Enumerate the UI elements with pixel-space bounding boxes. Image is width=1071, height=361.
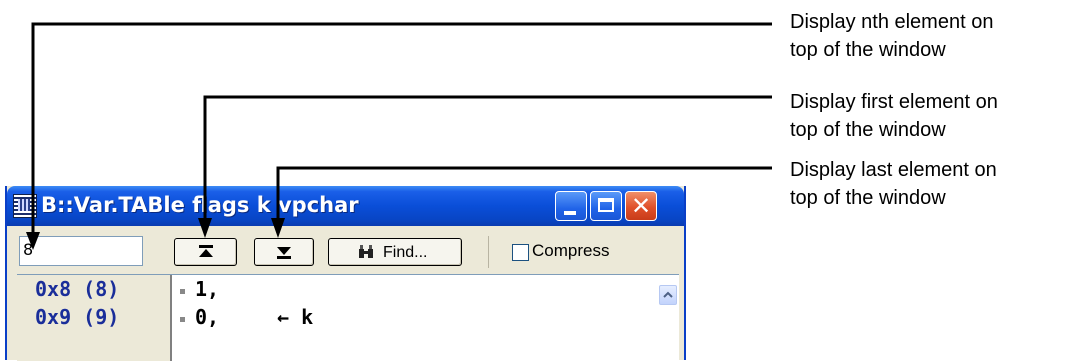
callout-first-line1: Display first element on [790, 91, 998, 113]
callout-last-line1: Display last element on [790, 159, 997, 181]
callout-first-element: Display first element on top of the wind… [790, 88, 998, 144]
callout-nth-line2: top of the window [790, 39, 946, 61]
callout-nth-element: Display nth element on top of the window [790, 8, 993, 64]
arrowhead-first [198, 218, 212, 238]
callout-last-element: Display last element on top of the windo… [790, 156, 997, 212]
callout-line-first [203, 95, 772, 222]
callout-last-line2: top of the window [790, 187, 946, 209]
arrowhead-last [271, 218, 285, 238]
callout-nth-line1: Display nth element on [790, 11, 994, 33]
callout-line-nth [31, 22, 772, 238]
callout-line-last [276, 166, 772, 222]
callout-first-line2: top of the window [790, 119, 946, 141]
arrowhead-nth [26, 232, 40, 250]
